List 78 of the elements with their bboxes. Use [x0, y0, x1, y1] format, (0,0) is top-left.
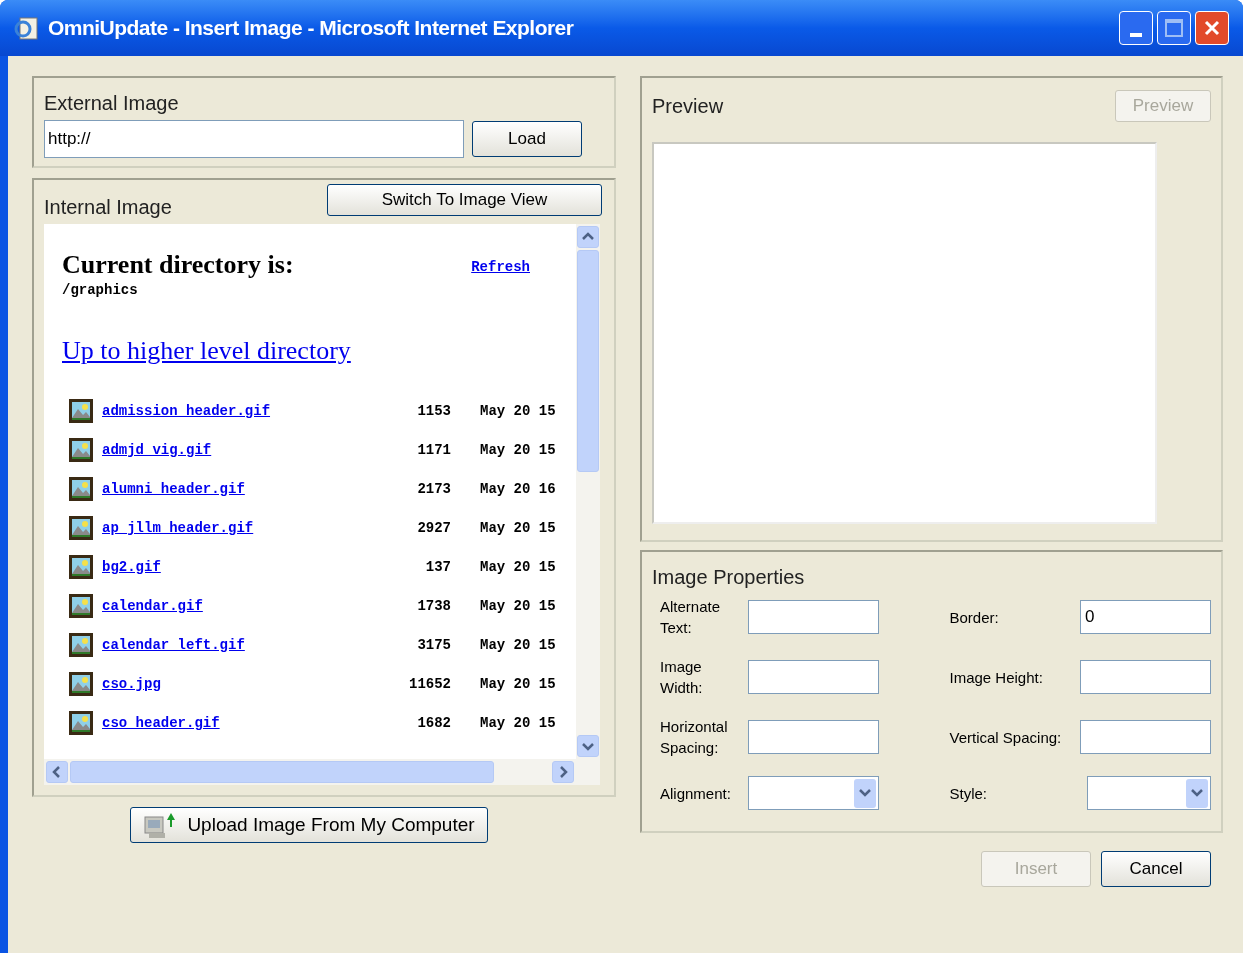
file-date: May 20 16 [480, 479, 556, 499]
file-size: 1682 [416, 713, 451, 733]
close-button[interactable] [1195, 11, 1229, 45]
file-link[interactable]: bg2.gif [102, 556, 362, 578]
directory-heading: Current directory is: [62, 250, 294, 280]
file-date: May 20 15 [480, 674, 556, 694]
scroll-right-button[interactable] [552, 761, 574, 783]
parent-directory-link[interactable]: Up to higher level directory [62, 335, 351, 367]
file-size: 1171 [416, 440, 451, 460]
file-date: May 20 15 [480, 557, 556, 577]
dropdown[interactable] [748, 776, 879, 810]
panel-title: Internal Image [44, 195, 172, 220]
file-link[interactable]: admission_header.gif [102, 400, 362, 422]
refresh-link[interactable]: Refresh [471, 257, 530, 280]
image-file-icon [69, 555, 93, 579]
field-label: Horizontal Spacing: [660, 717, 729, 758]
image-file-icon [69, 672, 93, 696]
file-size: 1153 [416, 401, 451, 421]
file-link[interactable]: calendar.gif [102, 595, 362, 617]
directory-path: /graphics [62, 281, 139, 300]
computer-upload-icon [143, 811, 178, 839]
image-file-icon [69, 516, 93, 540]
file-link[interactable]: admjd_vig.gif [102, 439, 362, 461]
file-size: 2173 [416, 479, 451, 499]
upload-button[interactable]: Upload Image From My Computer [130, 807, 488, 843]
text-field[interactable] [748, 600, 879, 634]
field-label: Image Width: [660, 657, 704, 698]
field-label: Vertical Spacing: [949, 727, 1063, 748]
image-file-icon [69, 399, 93, 423]
text-field[interactable] [748, 660, 879, 694]
file-date: May 20 15 [480, 596, 556, 616]
file-size: 137 [424, 557, 451, 577]
switch-view-button[interactable]: Switch To Image View [327, 184, 602, 216]
field-label: Alignment: [660, 783, 732, 804]
text-field[interactable] [1080, 720, 1211, 754]
file-size: 1738 [416, 596, 451, 616]
text-field[interactable] [1080, 660, 1211, 694]
dialog-button[interactable]: Cancel [1101, 851, 1211, 887]
panel-title: Image Properties [652, 565, 806, 590]
image-file-icon [69, 594, 93, 618]
file-link[interactable]: cso_header.gif [102, 712, 362, 734]
scroll-left-button[interactable] [46, 761, 68, 783]
file-date: May 20 15 [480, 518, 556, 538]
field-label: Border: [949, 607, 1000, 628]
file-size: 2927 [416, 518, 451, 538]
close-icon [1202, 18, 1222, 38]
maximize-button[interactable] [1157, 11, 1191, 45]
field-label: Image Height: [949, 667, 1044, 688]
file-link[interactable]: ap_jllm_header.gif [102, 517, 362, 539]
panel-title: External Image [44, 91, 180, 116]
field-label: Style: [949, 783, 988, 804]
scroll-thumb[interactable] [70, 761, 494, 783]
file-date: May 20 15 [480, 440, 556, 460]
dropdown[interactable] [1086, 776, 1211, 810]
scroll-thumb[interactable] [577, 250, 599, 472]
file-date: May 20 15 [480, 635, 556, 655]
file-link[interactable]: calendar_left.gif [102, 634, 362, 656]
file-link[interactable]: alumni_header.gif [102, 478, 362, 500]
load-button[interactable]: Load [472, 121, 582, 157]
window-title: OmniUpdate - Insert Image - Microsoft Internet Explorer [48, 15, 574, 42]
browser-icon [14, 15, 40, 41]
panel-title: Preview [652, 94, 724, 119]
file-date: May 20 15 [480, 401, 556, 421]
text-field[interactable] [748, 720, 879, 754]
image-file-icon [69, 438, 93, 462]
minimize-button[interactable] [1119, 11, 1153, 45]
file-size: 11652 [408, 674, 451, 694]
image-file-icon [69, 633, 93, 657]
scroll-up-button[interactable] [577, 226, 599, 248]
file-link[interactable]: cso.jpg [102, 673, 362, 695]
text-field[interactable]: 0 [1080, 600, 1211, 634]
file-date: May 20 15 [480, 713, 556, 733]
image-file-icon [69, 711, 93, 735]
url-field[interactable]: http:// [44, 120, 464, 158]
file-size: 3175 [416, 635, 451, 655]
scroll-down-button[interactable] [577, 735, 599, 757]
image-file-icon [69, 477, 93, 501]
field-label: Alternate Text: [660, 597, 722, 638]
